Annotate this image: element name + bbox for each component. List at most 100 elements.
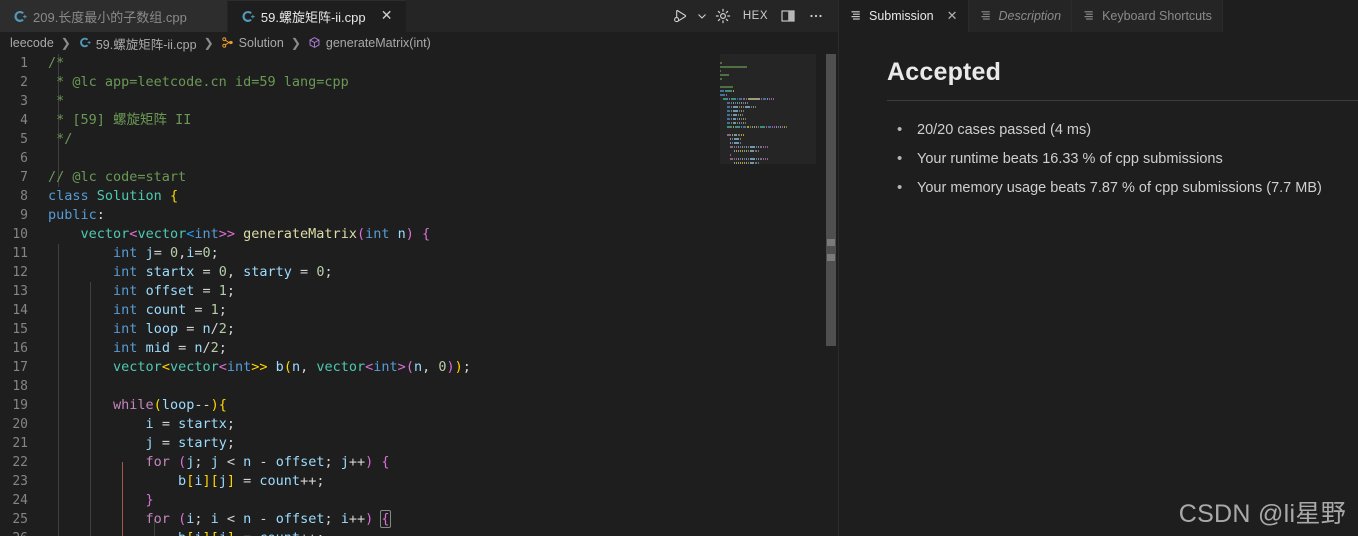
scrollbar-marker-1 (827, 239, 835, 246)
code-line[interactable]: 2 * @lc app=leetcode.cn id=59 lang=cpp (0, 73, 838, 92)
submission-stat-item: Your runtime beats 16.33 % of cpp submis… (897, 148, 1358, 170)
code-text: class Solution { (48, 188, 179, 204)
code-line[interactable]: 12 int startx = 0, starty = 0; (0, 263, 838, 282)
code-text: int loop = n/2; (113, 321, 236, 337)
breadcrumb-label: generateMatrix(int) (325, 36, 431, 50)
code-line[interactable]: 9 public: (0, 206, 838, 225)
settings-gear-icon[interactable] (709, 0, 737, 32)
line-number: 7 (20, 170, 28, 185)
panel-tab-close-icon[interactable]: ✕ (947, 8, 958, 24)
code-line[interactable]: 20 i = startx; (0, 415, 838, 434)
panel-tab-empty-space (1222, 0, 1358, 32)
scrollbar-thumb[interactable] (826, 54, 836, 346)
panel-tab-label: Keyboard Shortcuts (1102, 9, 1212, 23)
line-number: 16 (12, 341, 28, 356)
code-line[interactable]: 1/* (0, 54, 838, 73)
line-number: 5 (20, 132, 28, 147)
verdict-title: Accepted (887, 58, 1002, 86)
code-line[interactable]: 26 b[i][j] = count++; (0, 529, 838, 536)
breadcrumb-item-method[interactable]: generateMatrix(int) (308, 36, 431, 50)
code-line[interactable]: 14 int count = 1; (0, 301, 838, 320)
code-line[interactable]: 19 while(loop--){ (0, 396, 838, 415)
editor-tab-label: 209.长度最小的子数组.cpp (33, 9, 187, 25)
breadcrumb-label: Solution (238, 36, 284, 50)
split-editor-right-icon[interactable] (774, 0, 802, 32)
line-number: 14 (12, 303, 28, 318)
line-number: 21 (12, 436, 28, 451)
code-line[interactable]: 23 b[i][j] = count++; (0, 472, 838, 491)
code-text: public: (48, 207, 105, 223)
line-number: 3 (20, 94, 28, 109)
tab-description[interactable]: Description (968, 0, 1073, 32)
breadcrumb-separator: ❯ (60, 36, 71, 50)
cpp-file-icon (12, 9, 27, 24)
line-number: 6 (20, 151, 28, 166)
code-line[interactable]: 16 int mid = n/2; (0, 339, 838, 358)
code-line[interactable]: 10 vector<vector<int>> generateMatrix(in… (0, 225, 838, 244)
line-number: 4 (20, 113, 28, 128)
code-text: b[i][j] = count++; (178, 473, 325, 489)
code-line[interactable]: 25 for (i; i < n - offset; i++) { (0, 510, 838, 529)
line-number: 2 (20, 75, 28, 90)
line-number: 9 (20, 208, 28, 223)
breadcrumb: leecode ❯ 59.螺旋矩阵-ii.cpp ❯ Solution ❯ ge… (0, 32, 838, 54)
editor-tab-0[interactable]: 209.长度最小的子数组.cpp ✕ (0, 0, 228, 32)
breadcrumb-label: leecode (10, 36, 54, 50)
editor-vertical-scrollbar[interactable] (824, 54, 838, 536)
line-number: 19 (12, 398, 28, 413)
code-line[interactable]: 6 (0, 149, 838, 168)
code-line[interactable]: 11 int j= 0,i=0; (0, 244, 838, 263)
breadcrumb-item-folder[interactable]: leecode (10, 36, 54, 50)
more-actions-icon[interactable] (802, 0, 830, 32)
hex-editor-button[interactable]: HEX (737, 0, 774, 32)
code-line[interactable]: 15 int loop = n/2; (0, 320, 838, 339)
method-icon (308, 36, 321, 50)
code-line[interactable]: 24 } (0, 491, 838, 510)
code-lines: 1/* 2 * @lc app=leetcode.cn id=59 lang=cp… (0, 54, 838, 536)
cpp-file-icon (78, 36, 91, 50)
code-editor[interactable]: 1/* 2 * @lc app=leetcode.cn id=59 lang=cp… (0, 54, 838, 536)
line-number: 25 (12, 512, 28, 527)
code-line[interactable]: 18 (0, 377, 838, 396)
code-text: int j= 0,i=0; (113, 245, 219, 261)
line-number: 20 (12, 417, 28, 432)
code-line[interactable]: 7 // @lc code=start (0, 168, 838, 187)
code-line[interactable]: 13 int offset = 1; (0, 282, 838, 301)
line-number: 18 (12, 379, 28, 394)
editor-tab-close-icon[interactable]: ✕ (379, 8, 395, 24)
cpp-file-icon (240, 9, 255, 24)
run-dropdown-chevron-icon[interactable] (695, 0, 709, 32)
editor-actions-toolbar: HEX (666, 0, 838, 32)
code-text: while(loop--){ (113, 397, 227, 413)
list-icon (980, 9, 992, 24)
code-text: vector<vector<int>> generateMatrix(int n… (80, 226, 431, 242)
code-line[interactable]: 5 */ (0, 130, 838, 149)
code-line[interactable]: 8 class Solution { (0, 187, 838, 206)
tab-bar-empty-space (406, 0, 667, 32)
tab-submission[interactable]: Submission ✕ (839, 0, 969, 32)
code-text: // @lc code=start (48, 169, 187, 185)
line-number: 23 (12, 474, 28, 489)
breadcrumb-separator: ❯ (203, 36, 214, 50)
breadcrumb-item-class[interactable]: Solution (221, 36, 284, 50)
minimap-viewport-slider[interactable] (720, 54, 816, 164)
code-line[interactable]: 3 * (0, 92, 838, 111)
code-line[interactable]: 22 for (j; j < n - offset; j++) { (0, 453, 838, 472)
breadcrumb-separator: ❯ (290, 36, 301, 50)
editor-tab-1[interactable]: 59.螺旋矩阵-ii.cpp ✕ (227, 0, 407, 32)
code-text: for (j; j < n - offset; j++) { (145, 454, 390, 470)
code-text: for (i; i < n - offset; i++) { (145, 510, 391, 528)
class-icon (221, 36, 234, 50)
line-number: 24 (12, 493, 28, 508)
code-line[interactable]: 17 vector<vector<int>> b(n, vector<int>(… (0, 358, 838, 377)
line-number: 10 (12, 227, 28, 242)
editor-tab-label: 59.螺旋矩阵-ii.cpp (260, 9, 366, 25)
breadcrumb-item-file[interactable]: 59.螺旋矩阵-ii.cpp (78, 34, 197, 53)
code-line[interactable]: 4 * [59] 螺旋矩阵 II (0, 111, 838, 130)
run-code-button[interactable] (667, 0, 695, 32)
code-text: int mid = n/2; (113, 340, 227, 356)
tab-keyboard-shortcuts[interactable]: Keyboard Shortcuts (1072, 0, 1223, 32)
editor-tab-bar: 209.长度最小的子数组.cpp ✕ 59.螺旋矩阵-ii.cpp ✕ (0, 0, 838, 32)
submission-stat-item: Your memory usage beats 7.87 % of cpp su… (897, 177, 1358, 199)
code-line[interactable]: 21 j = starty; (0, 434, 838, 453)
